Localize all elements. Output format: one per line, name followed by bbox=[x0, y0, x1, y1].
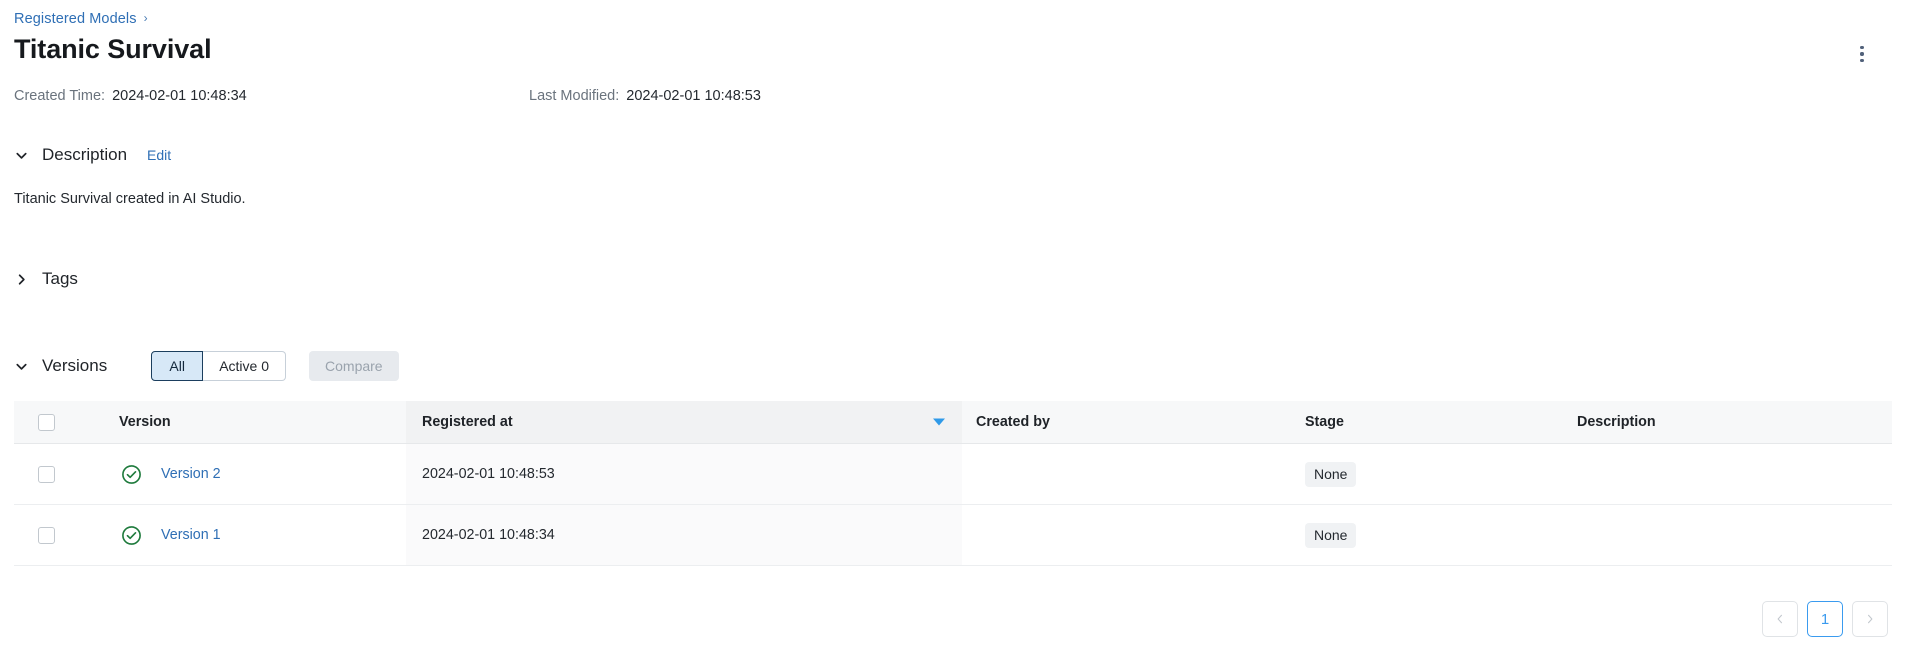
description-cell bbox=[1562, 504, 1892, 566]
versions-table-wrapper: Version Registered at Created by Stage D… bbox=[14, 401, 1892, 566]
table-header-row: Version Registered at Created by Stage D… bbox=[14, 401, 1892, 444]
column-header-stage-label: Stage bbox=[1305, 414, 1344, 430]
row-checkbox[interactable] bbox=[38, 465, 55, 483]
column-header-created-by[interactable]: Created by bbox=[962, 401, 1292, 444]
version-link[interactable]: Version 1 bbox=[161, 527, 221, 543]
registered-at-cell: 2024-02-01 10:48:53 bbox=[406, 443, 962, 505]
column-header-registered-at-label: Registered at bbox=[422, 414, 513, 430]
description-section: Description Edit Titanic Survival create… bbox=[14, 143, 1892, 210]
registered-at-cell: 2024-02-01 10:48:34 bbox=[406, 504, 962, 566]
pagination-next-button[interactable] bbox=[1852, 601, 1888, 637]
sort-descending-icon[interactable] bbox=[933, 418, 945, 426]
created-by-cell bbox=[962, 443, 1292, 505]
kebab-dot bbox=[1860, 58, 1864, 63]
last-modified: Last Modified: 2024-02-01 10:48:53 bbox=[529, 85, 761, 107]
edit-description-link[interactable]: Edit bbox=[147, 143, 171, 167]
breadcrumb-separator-icon: › bbox=[143, 11, 148, 25]
page-title: Titanic Survival bbox=[14, 34, 212, 64]
last-modified-value: 2024-02-01 10:48:53 bbox=[626, 88, 761, 104]
versions-section-title: Versions bbox=[42, 356, 108, 375]
tags-section-header[interactable]: Tags bbox=[14, 267, 1892, 291]
model-detail-page: Registered Models › Titanic Survival Cre… bbox=[0, 0, 1906, 657]
created-time-value: 2024-02-01 10:48:34 bbox=[112, 88, 247, 104]
pagination-prev-button[interactable] bbox=[1762, 601, 1798, 637]
description-cell bbox=[1562, 443, 1892, 505]
column-header-version-label: Version bbox=[119, 414, 171, 430]
kebab-dot bbox=[1860, 45, 1864, 50]
version-cell: Version 2 bbox=[106, 443, 406, 505]
registered-at-value: 2024-02-01 10:48:34 bbox=[422, 527, 555, 543]
description-section-title: Description bbox=[42, 145, 128, 164]
chevron-right-icon[interactable] bbox=[14, 272, 42, 287]
select-all-checkbox[interactable] bbox=[38, 413, 55, 431]
created-time-label: Created Time: bbox=[14, 88, 106, 104]
breadcrumb-registered-models-link[interactable]: Registered Models bbox=[14, 9, 137, 29]
stage-cell: None bbox=[1292, 443, 1562, 505]
check-circle-icon bbox=[119, 462, 143, 486]
title-row: Titanic Survival bbox=[14, 32, 1892, 69]
breadcrumb: Registered Models › bbox=[14, 0, 1892, 29]
versions-table-head: Version Registered at Created by Stage D… bbox=[14, 401, 1892, 444]
versions-filter-group: All Active 0 bbox=[151, 351, 287, 381]
filter-all-button[interactable]: All bbox=[151, 351, 204, 381]
pagination: 1 bbox=[1762, 601, 1888, 637]
table-row[interactable]: Version 1 2024-02-01 10:48:34 None bbox=[14, 504, 1892, 566]
kebab-menu-icon[interactable] bbox=[1849, 39, 1875, 69]
versions-table-body: Version 2 2024-02-01 10:48:53 None Versi… bbox=[14, 443, 1892, 566]
column-header-description[interactable]: Description bbox=[1562, 401, 1892, 444]
chevron-down-icon[interactable] bbox=[14, 359, 42, 374]
row-checkbox[interactable] bbox=[38, 526, 55, 544]
compare-button[interactable]: Compare bbox=[309, 351, 399, 381]
versions-section: Versions All Active 0 Compare Version Re… bbox=[14, 351, 1892, 566]
column-header-registered-at[interactable]: Registered at bbox=[406, 401, 962, 444]
column-header-version[interactable]: Version bbox=[106, 401, 406, 444]
table-row[interactable]: Version 2 2024-02-01 10:48:53 None bbox=[14, 443, 1892, 505]
check-circle-icon bbox=[119, 523, 143, 547]
last-modified-label: Last Modified: bbox=[529, 88, 620, 104]
pagination-page-1-button[interactable]: 1 bbox=[1807, 601, 1843, 637]
description-section-header[interactable]: Description Edit bbox=[14, 143, 1892, 167]
stage-cell: None bbox=[1292, 504, 1562, 566]
versions-section-header: Versions All Active 0 Compare bbox=[14, 351, 1892, 381]
row-select-cell bbox=[14, 443, 106, 505]
column-header-description-label: Description bbox=[1577, 414, 1656, 430]
description-text: Titanic Survival created in AI Studio. bbox=[14, 191, 246, 207]
status-badge: None bbox=[1305, 522, 1357, 548]
filter-active-button[interactable]: Active 0 bbox=[203, 351, 287, 381]
column-header-stage[interactable]: Stage bbox=[1292, 401, 1562, 444]
metadata-row: Created Time: 2024-02-01 10:48:34 Last Mo… bbox=[14, 85, 1892, 107]
status-badge: None bbox=[1305, 461, 1357, 487]
tags-section-title: Tags bbox=[42, 269, 78, 288]
chevron-down-icon[interactable] bbox=[14, 148, 42, 163]
select-all-header bbox=[14, 401, 106, 444]
column-header-created-by-label: Created by bbox=[976, 414, 1050, 430]
created-time: Created Time: 2024-02-01 10:48:34 bbox=[14, 85, 247, 107]
tags-section: Tags bbox=[14, 267, 1892, 291]
versions-table: Version Registered at Created by Stage D… bbox=[14, 401, 1892, 566]
version-link[interactable]: Version 2 bbox=[161, 466, 221, 482]
created-by-cell bbox=[962, 504, 1292, 566]
kebab-dot bbox=[1860, 52, 1864, 56]
row-select-cell bbox=[14, 504, 106, 566]
version-cell: Version 1 bbox=[106, 504, 406, 566]
registered-at-value: 2024-02-01 10:48:53 bbox=[422, 466, 555, 482]
